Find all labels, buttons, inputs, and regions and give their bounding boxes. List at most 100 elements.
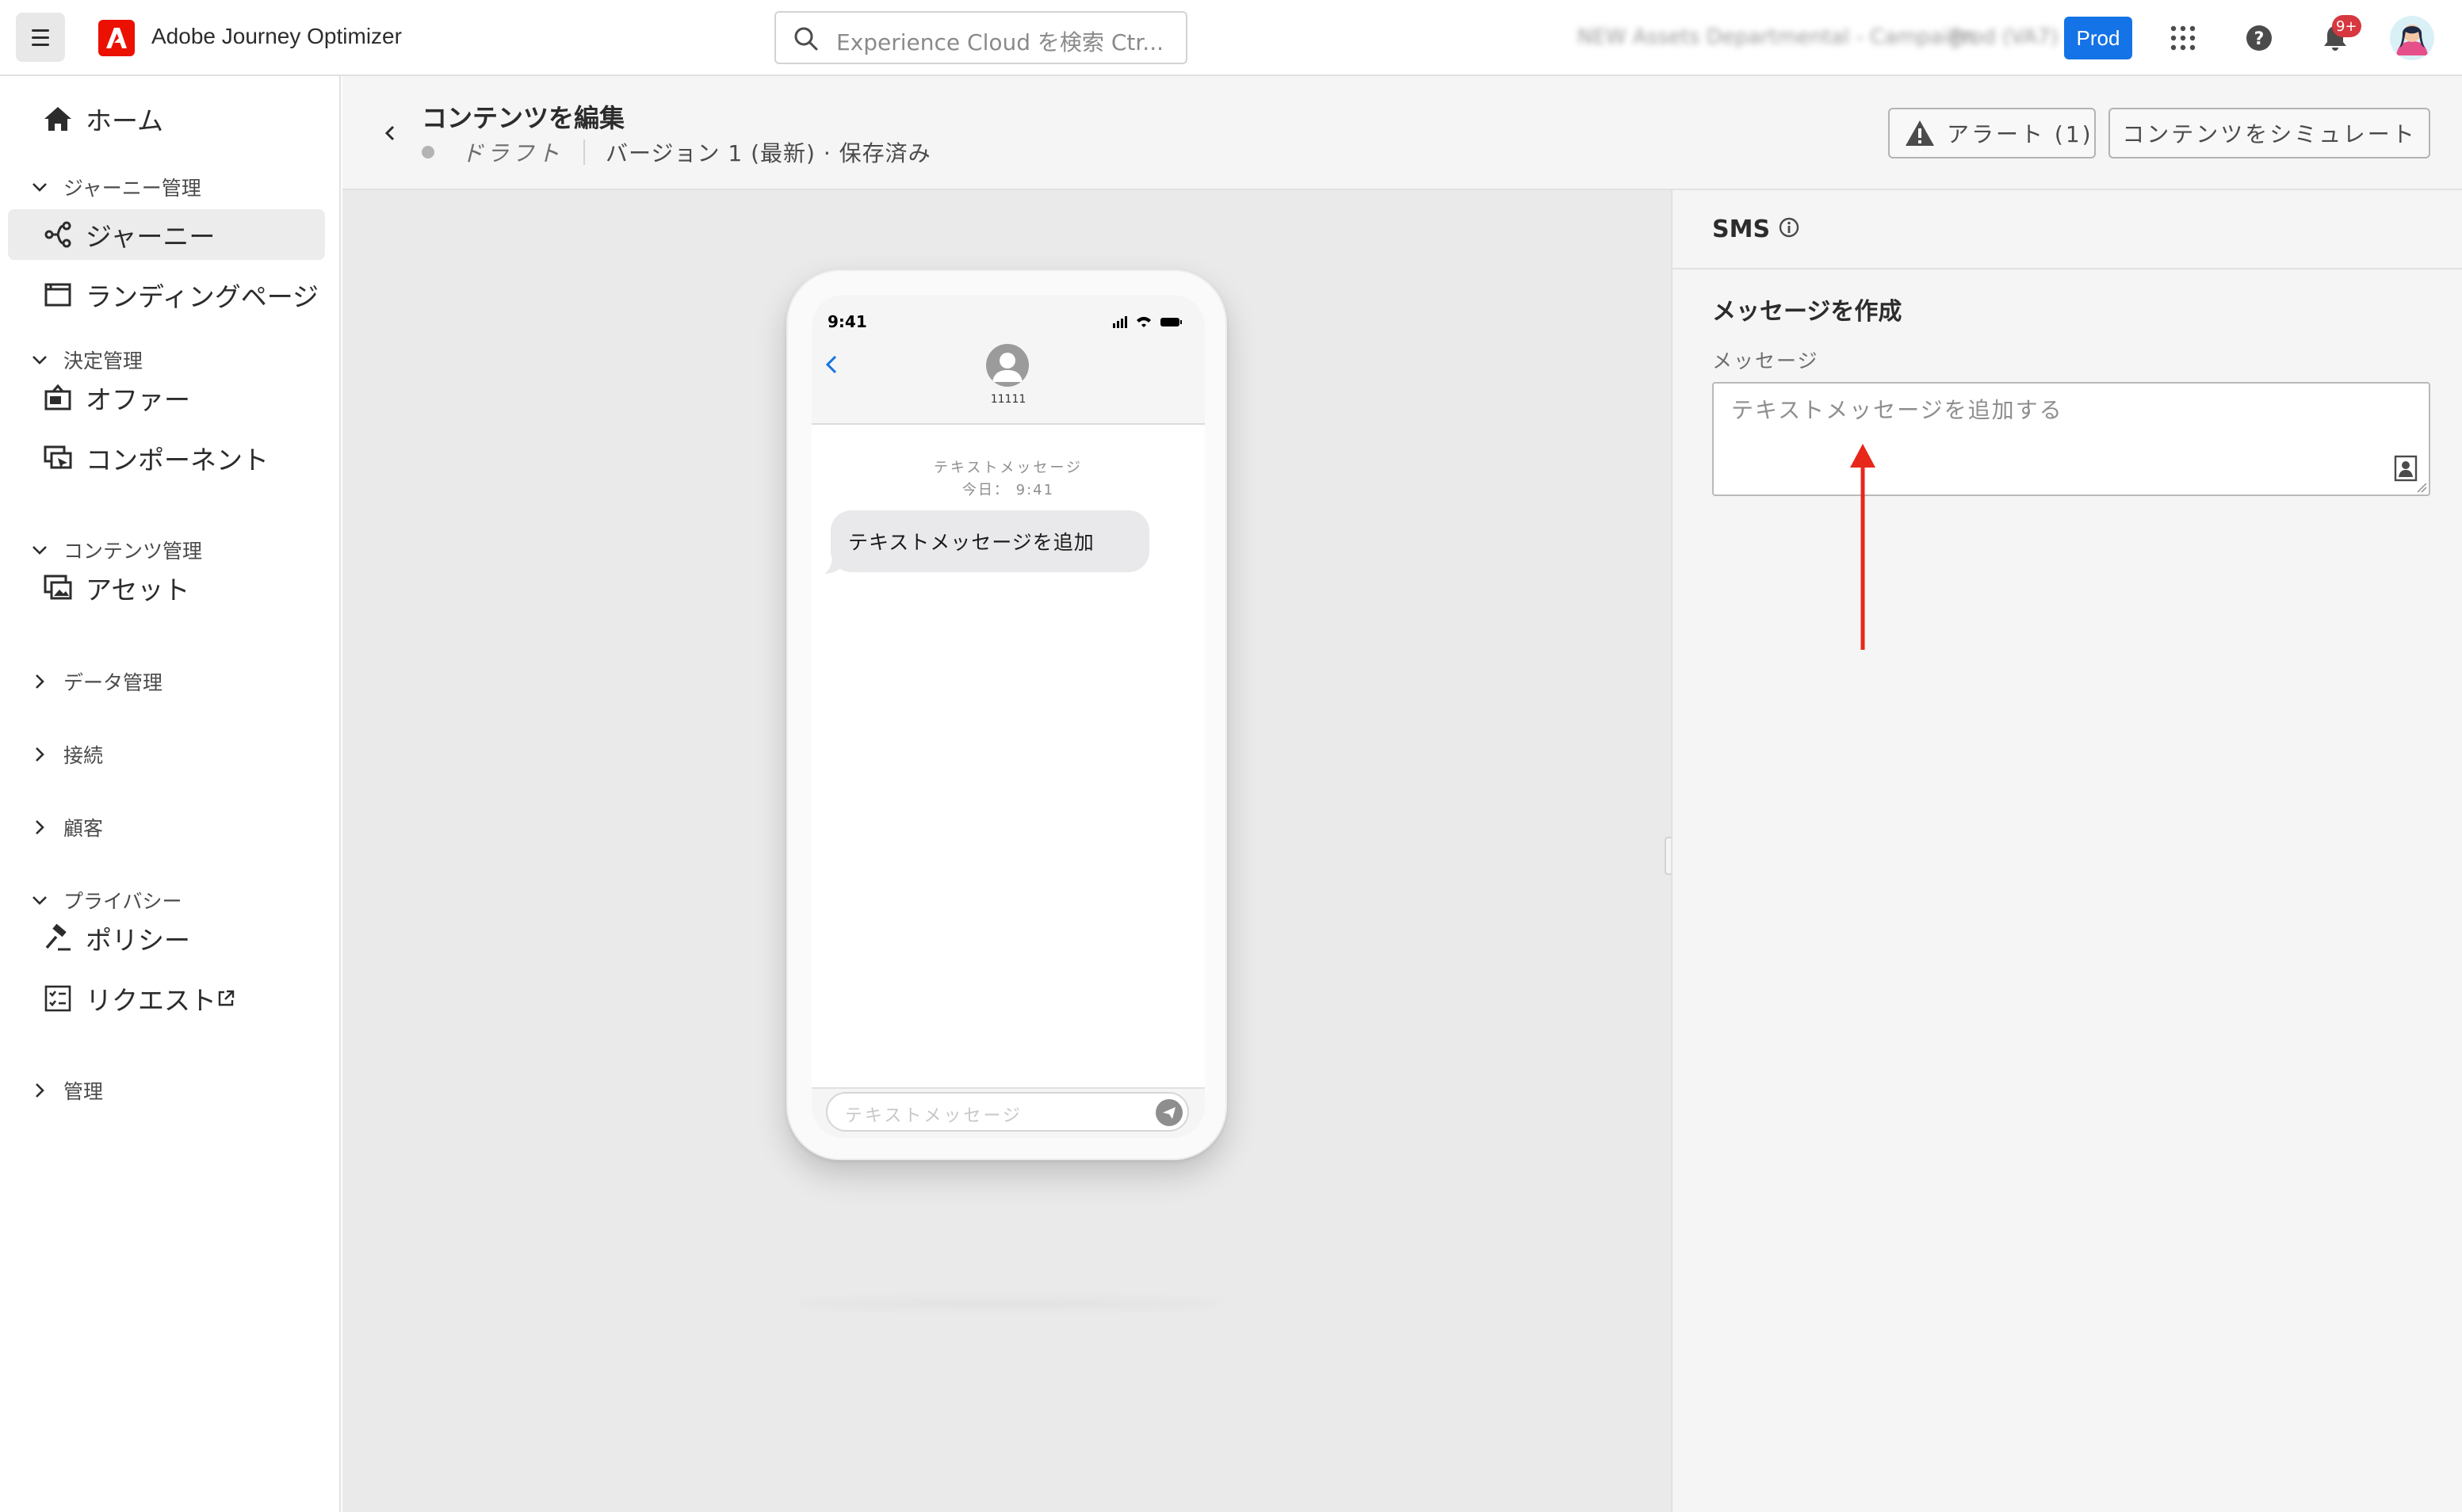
apps-grid-icon[interactable] bbox=[2164, 19, 2202, 57]
message-textarea[interactable]: テキストメッセージを追加する bbox=[1712, 382, 2430, 496]
phone-input-placeholder: テキストメッセージ bbox=[845, 1106, 1023, 1126]
sidebar-item-label: オファー bbox=[86, 384, 190, 415]
content-header: コンテンツを編集 ドラフト バージョン 1 (最新) · 保存済み アラート (… bbox=[342, 76, 2462, 190]
sidebar-item-assets[interactable]: アセット bbox=[8, 563, 325, 613]
alerts-button[interactable]: アラート (1) bbox=[1888, 108, 2096, 158]
send-icon bbox=[1156, 1099, 1183, 1126]
contact-name: 11111 bbox=[990, 393, 1026, 406]
message-timestamp: 今日： 9:41 bbox=[961, 482, 1055, 498]
svg-text:?: ? bbox=[2254, 29, 2265, 49]
message-placeholder: テキストメッセージを追加する bbox=[1731, 397, 2063, 423]
phone-shadow bbox=[794, 1300, 1222, 1308]
landing-page-icon bbox=[41, 278, 75, 311]
checklist-icon bbox=[41, 982, 75, 1015]
hamburger-icon bbox=[32, 27, 49, 48]
chevron-left-icon bbox=[384, 125, 395, 141]
user-avatar[interactable] bbox=[2390, 16, 2434, 60]
sidebar-section-customers[interactable]: 顧客 bbox=[29, 810, 103, 845]
sidebar-item-label: ホーム bbox=[86, 105, 164, 136]
sidebar-item-offers[interactable]: オファー bbox=[8, 372, 325, 423]
sidebar-item-requests[interactable]: リクエスト bbox=[8, 973, 325, 1024]
sidebar-item-label: コンポーネント bbox=[86, 445, 269, 475]
contact-avatar bbox=[986, 344, 1029, 387]
chevron-right-icon bbox=[29, 670, 51, 693]
phone-header: 9:41 11111 bbox=[812, 295, 1205, 425]
sidebar-section-label: ジャーニー管理 bbox=[63, 177, 201, 200]
resize-grip-icon[interactable] bbox=[2414, 480, 2427, 493]
status-row: ドラフト バージョン 1 (最新) · 保存済み bbox=[422, 136, 931, 168]
message-bubble: テキストメッセージを追加 bbox=[831, 510, 1149, 572]
env-badge[interactable]: Prod bbox=[2064, 17, 2132, 59]
page-title: コンテンツを編集 bbox=[422, 103, 625, 133]
phone-compose-area: テキストメッセージ bbox=[812, 1087, 1205, 1138]
sidebar-item-label: ランディングページ bbox=[86, 281, 319, 312]
journey-icon bbox=[41, 218, 75, 251]
org-switcher[interactable]: NEW Assets Departmental - Campaign bbox=[1577, 25, 1975, 49]
alert-icon bbox=[1906, 120, 1934, 146]
panel-title: SMS bbox=[1712, 216, 1771, 243]
sidebar-section-data-management[interactable]: データ管理 bbox=[29, 664, 162, 699]
status-bar-icons bbox=[1113, 316, 1182, 328]
compose-section-title: メッセージを作成 bbox=[1712, 298, 1902, 326]
search-input[interactable]: Experience Cloud を検索 Ctr... bbox=[774, 11, 1187, 64]
sidebar-section-label: 接続 bbox=[63, 744, 104, 767]
status-dot bbox=[422, 146, 434, 158]
simulate-content-button[interactable]: コンテンツをシミュレート bbox=[2108, 108, 2430, 158]
sidebar-item-label: ポリシー bbox=[86, 925, 190, 956]
search-placeholder: Experience Cloud を検索 Ctr... bbox=[836, 29, 1164, 55]
message-field-label: メッセージ bbox=[1712, 349, 1819, 372]
sidebar-item-label: リクエスト bbox=[86, 985, 216, 1016]
top-bar: Adobe Journey Optimizer Experience Cloud… bbox=[0, 0, 2462, 76]
sidebar-item-components[interactable]: コンポーネント bbox=[8, 433, 325, 483]
sidebar-section-journey-management[interactable]: ジャーニー管理 bbox=[29, 170, 201, 204]
notification-count-badge: 9+ bbox=[2332, 15, 2361, 37]
external-link-icon bbox=[218, 990, 235, 1006]
help-icon[interactable]: ? bbox=[2240, 19, 2278, 57]
sidebar: ホーム ジャーニー管理 ジャーニー ランディングページ 決定管理 オファー コン… bbox=[0, 76, 341, 1512]
phone-preview: 9:41 11111 テキストメッセージ 今日： 9:41 テキストメッセージを… bbox=[786, 269, 1227, 1160]
sidebar-section-label: データ管理 bbox=[63, 671, 163, 694]
app-title[interactable]: Adobe Journey Optimizer bbox=[151, 24, 402, 49]
phone-screen: 9:41 11111 テキストメッセージ 今日： 9:41 テキストメッセージを… bbox=[812, 295, 1205, 1138]
chevron-right-icon bbox=[29, 816, 51, 838]
search-icon bbox=[794, 27, 818, 51]
sidebar-item-home[interactable]: ホーム bbox=[8, 94, 325, 144]
info-icon[interactable] bbox=[1777, 216, 1801, 239]
preview-canvas: 9:41 11111 テキストメッセージ 今日： 9:41 テキストメッセージを… bbox=[342, 190, 1671, 1512]
personalization-icon[interactable] bbox=[2394, 455, 2418, 482]
org-id: Prod (VA7) bbox=[1950, 25, 2059, 49]
sidebar-section-label: 管理 bbox=[63, 1080, 104, 1103]
chevron-right-icon bbox=[29, 743, 51, 766]
back-button[interactable] bbox=[374, 117, 406, 149]
annotation-arrow-icon bbox=[1850, 444, 1875, 650]
chevron-down-icon bbox=[29, 176, 51, 198]
sidebar-section-label: プライバシー bbox=[63, 890, 182, 913]
sidebar-item-landing-pages[interactable]: ランディングページ bbox=[8, 269, 325, 320]
components-icon bbox=[41, 441, 75, 475]
chevron-down-icon bbox=[29, 349, 51, 371]
home-icon bbox=[41, 102, 75, 136]
status-label: ドラフト bbox=[461, 140, 564, 166]
chevron-left-icon[interactable] bbox=[821, 353, 843, 376]
phone-time: 9:41 bbox=[828, 312, 867, 331]
version-label: バージョン 1 (最新) · 保存済み bbox=[606, 140, 931, 166]
sidebar-section-connections[interactable]: 接続 bbox=[29, 737, 103, 772]
message-type-label: テキストメッセージ bbox=[933, 460, 1084, 476]
menu-toggle-button[interactable] bbox=[16, 13, 65, 62]
chevron-down-icon bbox=[29, 889, 51, 911]
sidebar-item-policies[interactable]: ポリシー bbox=[8, 913, 325, 964]
sidebar-item-journeys[interactable]: ジャーニー bbox=[8, 209, 325, 260]
adobe-logo[interactable] bbox=[98, 20, 135, 56]
sidebar-item-label: ジャーニー bbox=[86, 221, 216, 252]
sidebar-section-label: 顧客 bbox=[63, 817, 104, 840]
alerts-button-label: アラート (1) bbox=[1947, 121, 2093, 147]
properties-panel: SMS メッセージを作成 メッセージ テキストメッセージを追加する bbox=[1671, 190, 2462, 1512]
chevron-right-icon bbox=[29, 1079, 51, 1102]
sidebar-item-label: アセット bbox=[86, 575, 190, 605]
gavel-icon bbox=[41, 922, 75, 955]
assets-icon bbox=[41, 571, 75, 605]
panel-header: SMS bbox=[1673, 190, 2462, 269]
chevron-down-icon bbox=[29, 539, 51, 561]
sidebar-section-administration[interactable]: 管理 bbox=[29, 1073, 103, 1108]
divider bbox=[583, 139, 586, 165]
